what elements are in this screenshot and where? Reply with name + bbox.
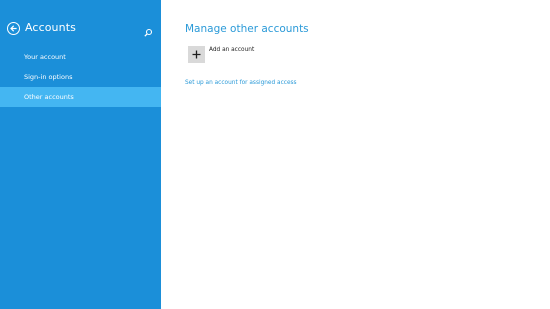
sidebar-header: Accounts (0, 0, 161, 40)
assigned-access-link[interactable]: Set up an account for assigned access (185, 79, 297, 87)
plus-icon (192, 50, 201, 59)
add-account-label: Add an account (209, 47, 255, 53)
search-icon[interactable] (143, 23, 153, 37)
sidebar: Accounts Your account Sign-in options Ot… (0, 0, 161, 309)
back-arrow-icon[interactable] (7, 22, 20, 35)
page-title: Manage other accounts (185, 23, 309, 35)
sidebar-title: Accounts (25, 21, 76, 34)
settings-window: Accounts Your account Sign-in options Ot… (0, 0, 550, 309)
add-account-tile (188, 46, 205, 63)
nav-list: Your account Sign-in options Other accou… (0, 47, 161, 107)
nav-item-label: Sign-in options (24, 73, 73, 81)
nav-item-label: Your account (24, 53, 66, 61)
nav-item-your-account[interactable]: Your account (0, 47, 161, 67)
nav-item-other-accounts[interactable]: Other accounts (0, 87, 161, 107)
main-content: Manage other accounts Add an account Set… (161, 0, 550, 309)
nav-item-sign-in-options[interactable]: Sign-in options (0, 67, 161, 87)
nav-item-label: Other accounts (24, 93, 74, 101)
